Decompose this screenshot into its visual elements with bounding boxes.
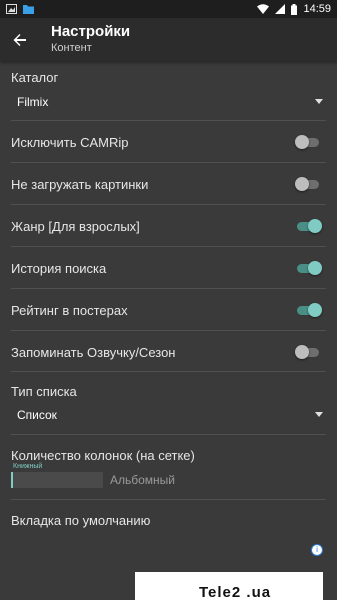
catalog-value[interactable]: Filmix [17, 95, 48, 109]
search-history-toggle[interactable] [295, 258, 323, 278]
search-history-label: История поиска [11, 261, 107, 276]
status-time: 14:59 [303, 3, 331, 15]
info-icon[interactable]: i [311, 544, 323, 556]
battery-icon [291, 3, 298, 15]
folder-icon [23, 5, 34, 14]
ad-text: Tele2 .ua [199, 584, 272, 600]
divider [11, 204, 326, 205]
status-left [6, 4, 34, 14]
arrow-left-icon [13, 34, 26, 46]
back-button[interactable] [8, 28, 32, 52]
toggle-thumb [295, 135, 309, 149]
remember-voice-label: Запоминать Озвучку/Сезон [11, 345, 176, 360]
exclude-camrip-label: Исключить CAMRip [11, 135, 129, 150]
poster-rating-label: Рейтинг в постерах [11, 303, 128, 318]
columns-portrait-input[interactable] [11, 472, 103, 488]
page-subtitle: Контент [51, 42, 92, 54]
remember-voice-toggle[interactable] [295, 342, 323, 362]
divider [11, 246, 326, 247]
catalog-label: Каталог [11, 70, 59, 85]
app-bar: Настройки Контент [0, 18, 337, 61]
exclude-camrip-toggle[interactable] [295, 132, 323, 152]
list-type-label: Тип списка [11, 384, 77, 399]
divider [11, 288, 326, 289]
columns-hint: Книжный [13, 463, 43, 470]
no-images-label: Не загружать картинки [11, 177, 149, 192]
toggle-thumb [295, 177, 309, 191]
no-images-toggle[interactable] [295, 174, 323, 194]
poster-rating-toggle[interactable] [295, 300, 323, 320]
toggle-thumb [308, 261, 322, 275]
toggle-thumb [308, 303, 322, 317]
toggle-thumb [295, 345, 309, 359]
wifi-icon [257, 4, 270, 14]
chevron-down-icon[interactable] [315, 99, 323, 104]
image-icon [6, 4, 17, 14]
divider [11, 434, 326, 435]
divider [11, 499, 326, 500]
status-bar: 14:59 [0, 0, 337, 18]
toggle-thumb [308, 219, 322, 233]
status-right: 14:59 [257, 3, 331, 15]
divider [11, 371, 326, 372]
divider [11, 162, 326, 163]
ad-banner[interactable]: Tele2 .ua [135, 572, 323, 600]
page-title: Настройки [51, 23, 131, 40]
genre-adult-label: Жанр [Для взрослых] [11, 219, 140, 234]
genre-adult-toggle[interactable] [295, 216, 323, 236]
divider [11, 120, 326, 121]
chevron-down-icon[interactable] [315, 412, 323, 417]
default-tab-label: Вкладка по умолчанию [11, 513, 151, 528]
signal-icon [275, 4, 286, 14]
columns-label: Количество колонок (на сетке) [11, 448, 195, 463]
list-type-value[interactable]: Список [17, 408, 57, 422]
divider [11, 330, 326, 331]
columns-landscape-label[interactable]: Альбомный [110, 473, 175, 487]
